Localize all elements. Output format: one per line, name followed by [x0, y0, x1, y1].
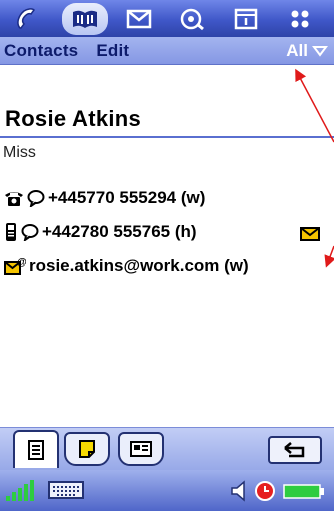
contact-name: Rosie Atkins [5, 106, 142, 131]
phone-home-row[interactable]: +442780 555765 (h) [4, 222, 197, 242]
chat-bubble-icon [21, 223, 39, 241]
contacts-book-icon[interactable] [61, 2, 109, 35]
edit-menu[interactable]: Edit [96, 41, 129, 61]
calendar-icon[interactable] [227, 3, 266, 35]
details-tab-icon [28, 440, 44, 460]
signal-strength-icon [6, 480, 40, 507]
status-bar [0, 470, 334, 511]
phone-work-number: +445770 555294 (w) [48, 188, 206, 207]
annotation-arrow-email [324, 245, 334, 268]
clock-icon[interactable] [254, 480, 276, 507]
svg-text:@: @ [17, 257, 26, 268]
filter-label: All [286, 41, 308, 60]
menu-bar: Contacts Edit All [0, 37, 334, 65]
back-arrow-icon [284, 442, 305, 458]
view-tab-bar [0, 427, 334, 470]
email-row[interactable]: @ rosie.atkins@work.com (w) [4, 256, 249, 276]
envelope-icon[interactable] [300, 226, 320, 247]
mobile-phone-icon [4, 222, 18, 242]
email-icon: @ [4, 256, 26, 276]
phone-work-row[interactable]: +445770 555294 (w) [4, 188, 205, 208]
desk-phone-icon [4, 189, 24, 207]
divider [0, 136, 334, 138]
notes-tab-icon [79, 440, 95, 458]
email-address: rosie.atkins@work.com (w) [29, 256, 249, 275]
phone-home-number: +442780 555765 (h) [42, 222, 197, 241]
keyboard-icon[interactable] [48, 480, 84, 505]
filter-dropdown[interactable]: All [286, 41, 328, 61]
details-tab[interactable] [13, 430, 59, 468]
contacts-menu[interactable]: Contacts [4, 41, 78, 61]
web-icon[interactable] [173, 3, 212, 35]
messages-icon[interactable] [119, 3, 158, 35]
notes-tab[interactable] [64, 432, 110, 466]
card-tab-icon [130, 441, 152, 457]
chevron-down-icon [312, 46, 328, 57]
speaker-icon[interactable] [230, 480, 248, 507]
contact-title: Miss [3, 144, 36, 161]
chat-bubble-icon [27, 189, 45, 207]
apps-grid-icon[interactable] [280, 3, 319, 35]
battery-icon [282, 480, 326, 507]
app-tab-bar [0, 0, 334, 37]
annotation-arrow-filter [295, 68, 334, 143]
card-tab[interactable] [118, 432, 164, 466]
back-button[interactable] [268, 436, 322, 464]
phone-icon[interactable] [8, 3, 47, 35]
